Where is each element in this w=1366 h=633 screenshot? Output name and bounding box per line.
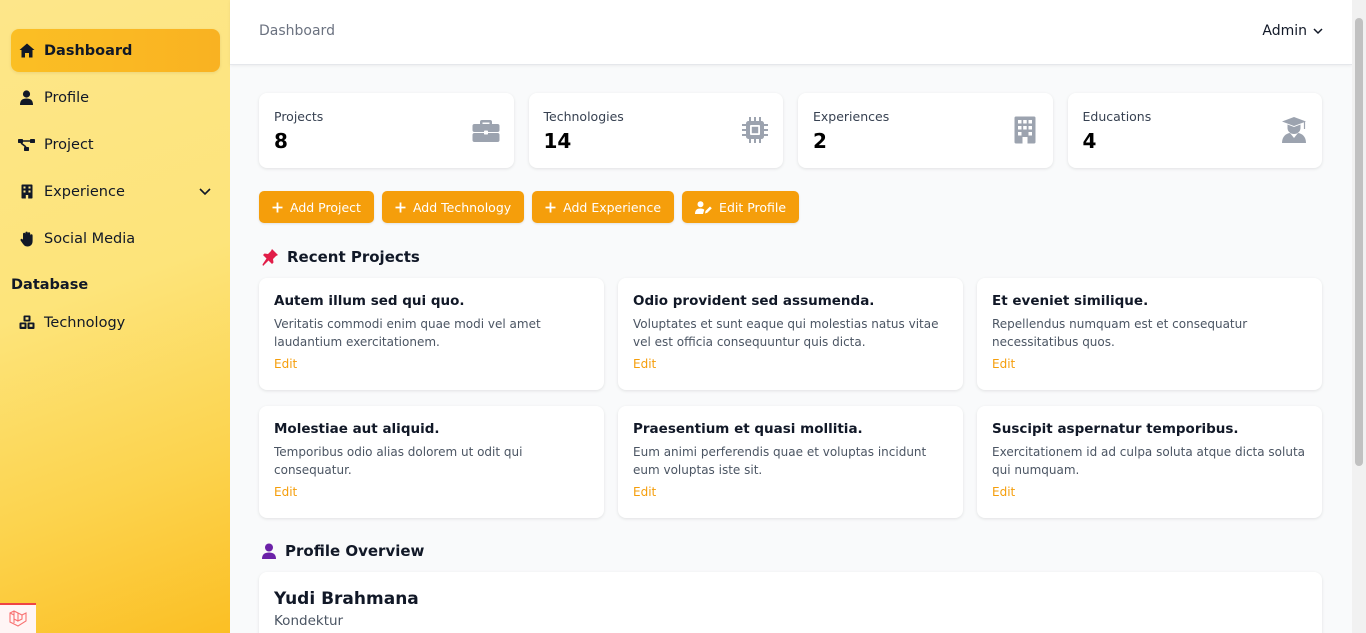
profile-name: Yudi Brahmana	[274, 589, 419, 609]
sidebar-item-label: Social Media	[44, 230, 136, 247]
project-description: Exercitationem id ad culpa soluta atque …	[992, 445, 1306, 477]
sidebar-database-nav: Technology	[11, 301, 220, 348]
sidebar-item-label: Profile	[44, 89, 90, 106]
project-card: Molestiae aut aliquid. Temporibus odio a…	[259, 406, 604, 518]
plus-icon	[395, 202, 406, 213]
sidebar-item-technology[interactable]: Technology	[11, 301, 220, 344]
home-icon	[18, 42, 35, 59]
graduate-icon	[1280, 116, 1308, 144]
microchip-icon	[741, 116, 769, 144]
project-edit-link[interactable]: Edit	[633, 485, 656, 499]
stat-card-technologies: Technologies 14	[528, 93, 783, 168]
scrollbar-thumb[interactable]	[1355, 18, 1363, 466]
button-label: Edit Profile	[719, 199, 787, 215]
project-description: Voluptates et sunt eaque qui molestias n…	[633, 317, 939, 349]
sidebar-section-title: Database	[11, 277, 89, 293]
profile-overview-card: Yudi Brahmana Kondektur	[259, 572, 1322, 633]
top-header: Dashboard Admin	[230, 0, 1352, 65]
project-edit-link[interactable]: Edit	[633, 357, 656, 371]
pushpin-icon	[261, 248, 279, 266]
stat-label: Projects	[274, 109, 324, 124]
sidebar: Dashboard Profile Project Experience Soc…	[0, 0, 230, 633]
profile-overview-heading: Profile Overview	[261, 542, 424, 560]
user-edit-icon	[695, 200, 712, 214]
button-label: Add Experience	[563, 199, 662, 215]
user-icon	[261, 543, 277, 559]
project-title: Molestiae aut aliquid.	[274, 421, 440, 437]
cubes-icon	[18, 314, 35, 331]
plus-icon	[272, 202, 283, 213]
recent-projects-heading: Recent Projects	[261, 248, 420, 266]
sidebar-item-label: Project	[44, 136, 94, 153]
sidebar-item-label: Dashboard	[44, 42, 133, 59]
project-card: Et eveniet similique. Repellendus numqua…	[977, 278, 1322, 390]
recent-projects-grid: Autem illum sed qui quo. Veritatis commo…	[259, 278, 1322, 518]
project-description: Temporibus odio alias dolorem ut odit qu…	[274, 445, 523, 477]
project-description: Veritatis commodi enim quae modi vel ame…	[274, 317, 541, 349]
profile-role: Kondektur	[274, 613, 344, 629]
building-icon	[18, 183, 35, 200]
quick-actions: Add Project Add Technology Add Experienc…	[259, 191, 800, 223]
edit-profile-button[interactable]: Edit Profile	[682, 191, 800, 223]
stat-card-educations: Educations 4	[1067, 93, 1322, 168]
project-diagram-icon	[18, 136, 35, 153]
project-title: Praesentium et quasi mollitia.	[633, 421, 863, 437]
add-project-button[interactable]: Add Project	[259, 191, 374, 223]
project-title: Suscipit aspernatur temporibus.	[992, 421, 1239, 437]
plus-icon	[545, 202, 556, 213]
button-label: Add Technology	[412, 199, 512, 215]
stat-label: Technologies	[543, 109, 624, 124]
section-title: Profile Overview	[285, 542, 425, 560]
sidebar-item-project[interactable]: Project	[11, 123, 220, 166]
add-technology-button[interactable]: Add Technology	[381, 191, 525, 223]
sidebar-item-profile[interactable]: Profile	[11, 76, 220, 119]
sidebar-nav: Dashboard Profile Project Experience Soc…	[11, 29, 220, 264]
project-description: Eum animi perferendis quae et voluptas i…	[633, 445, 927, 477]
stats-row: Projects 8 Technologies 14 Experiences 2…	[259, 93, 1322, 168]
laravel-logo-icon[interactable]	[0, 603, 36, 633]
project-title: Odio provident sed assumenda.	[633, 293, 875, 309]
sidebar-item-label: Technology	[44, 314, 126, 331]
sidebar-item-social-media[interactable]: Social Media	[11, 217, 220, 260]
project-edit-link[interactable]: Edit	[992, 357, 1015, 371]
project-card: Praesentium et quasi mollitia. Eum animi…	[618, 406, 963, 518]
user-menu[interactable]: Admin	[1262, 23, 1324, 39]
stat-card-experiences: Experiences 2	[798, 93, 1053, 168]
stat-value: 4	[1082, 129, 1097, 153]
stat-label: Educations	[1082, 109, 1152, 124]
stat-value: 2	[813, 129, 827, 153]
project-description: Repellendus numquam est et consequatur n…	[992, 317, 1248, 349]
button-label: Add Project	[290, 199, 361, 215]
user-menu-label: Admin	[1262, 23, 1307, 39]
section-title: Recent Projects	[287, 248, 420, 266]
add-experience-button[interactable]: Add Experience	[532, 191, 675, 223]
sidebar-item-dashboard[interactable]: Dashboard	[11, 29, 220, 72]
project-card: Suscipit aspernatur temporibus. Exercita…	[977, 406, 1322, 518]
page-scrollbar[interactable]	[1352, 0, 1366, 633]
sidebar-item-label: Experience	[44, 183, 125, 200]
project-title: Autem illum sed qui quo.	[274, 293, 465, 309]
stat-value: 14	[543, 129, 572, 153]
stat-card-projects: Projects 8	[259, 93, 514, 168]
project-edit-link[interactable]: Edit	[274, 485, 297, 499]
project-card: Autem illum sed qui quo. Veritatis commo…	[259, 278, 604, 390]
stat-label: Experiences	[813, 109, 890, 124]
user-icon	[18, 89, 35, 106]
breadcrumb: Dashboard	[259, 23, 335, 39]
project-edit-link[interactable]: Edit	[992, 485, 1015, 499]
chevron-down-icon	[1313, 28, 1323, 35]
building-icon	[1011, 116, 1039, 144]
sidebar-item-experience[interactable]: Experience	[11, 170, 220, 213]
project-title: Et eveniet similique.	[992, 293, 1149, 309]
stat-value: 8	[274, 129, 288, 153]
briefcase-icon	[472, 116, 500, 144]
project-edit-link[interactable]: Edit	[274, 357, 297, 371]
project-card: Odio provident sed assumenda. Voluptates…	[618, 278, 963, 390]
hand-icon	[18, 230, 35, 247]
chevron-down-icon[interactable]	[198, 184, 212, 198]
